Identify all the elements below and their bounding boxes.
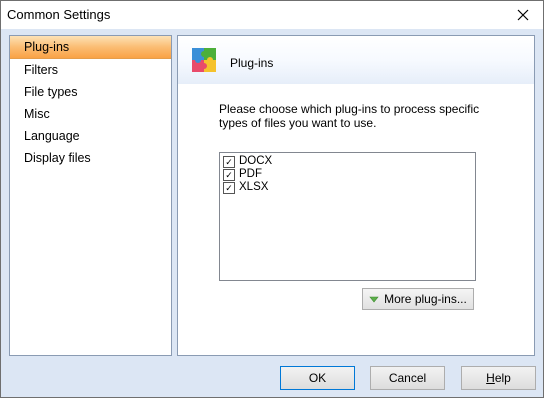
title-bar: Common Settings bbox=[1, 1, 543, 29]
list-item[interactable]: ✓ DOCX bbox=[220, 155, 475, 168]
panel-header: Plug-ins bbox=[178, 36, 534, 84]
sidebar-item-label: Display files bbox=[24, 151, 91, 165]
sidebar-item-label: Filters bbox=[24, 63, 59, 77]
ok-label: OK bbox=[308, 371, 327, 385]
sidebar-item-language[interactable]: Language bbox=[10, 125, 171, 147]
cancel-label: Cancel bbox=[388, 371, 427, 385]
list-item[interactable]: ✓ XLSX bbox=[220, 181, 475, 194]
docx-checkbox[interactable]: ✓ bbox=[223, 155, 235, 168]
plugin-label: PDF bbox=[239, 168, 262, 180]
settings-dialog: Common Settings Plug-ins Filters File ty… bbox=[0, 0, 544, 398]
sidebar-item-file-types[interactable]: File types bbox=[10, 81, 171, 103]
panel-description: Please choose which plug-ins to process … bbox=[219, 102, 480, 130]
settings-panel: Plug-ins Please choose which plug-ins to… bbox=[177, 35, 535, 356]
window-title: Common Settings bbox=[7, 7, 111, 22]
help-button[interactable]: Help bbox=[461, 366, 536, 390]
sidebar-item-filters[interactable]: Filters bbox=[10, 59, 171, 81]
pdf-checkbox[interactable]: ✓ bbox=[223, 168, 235, 181]
sidebar-item-display-files[interactable]: Display files bbox=[10, 147, 171, 169]
panel-title: Plug-ins bbox=[230, 56, 274, 70]
help-label: elp bbox=[494, 371, 511, 385]
sidebar-item-label: Language bbox=[24, 129, 80, 143]
list-item[interactable]: ✓ PDF bbox=[220, 168, 475, 181]
more-plugins-label: More plug-ins... bbox=[384, 292, 467, 306]
down-arrow-icon bbox=[369, 294, 379, 304]
plugin-label: XLSX bbox=[239, 181, 269, 193]
close-icon bbox=[517, 9, 529, 21]
plugin-label: DOCX bbox=[239, 155, 273, 167]
sidebar-item-plug-ins[interactable]: Plug-ins bbox=[10, 36, 171, 59]
help-mnemonic: H bbox=[486, 371, 495, 385]
sidebar-item-label: Plug-ins bbox=[24, 40, 70, 54]
more-plugins-button[interactable]: More plug-ins... bbox=[362, 288, 474, 310]
ok-button[interactable]: OK bbox=[280, 366, 355, 390]
sidebar-item-misc[interactable]: Misc bbox=[10, 103, 171, 125]
xlsx-checkbox[interactable]: ✓ bbox=[223, 181, 235, 194]
category-list: Plug-ins Filters File types Misc Languag… bbox=[9, 35, 172, 356]
cancel-button[interactable]: Cancel bbox=[370, 366, 445, 390]
sidebar-item-label: File types bbox=[24, 85, 78, 99]
plugin-list[interactable]: ✓ DOCX ✓ PDF ✓ XLSX bbox=[219, 152, 476, 281]
puzzle-icon bbox=[192, 48, 216, 72]
sidebar-item-label: Misc bbox=[24, 107, 50, 121]
close-button[interactable] bbox=[503, 1, 543, 29]
